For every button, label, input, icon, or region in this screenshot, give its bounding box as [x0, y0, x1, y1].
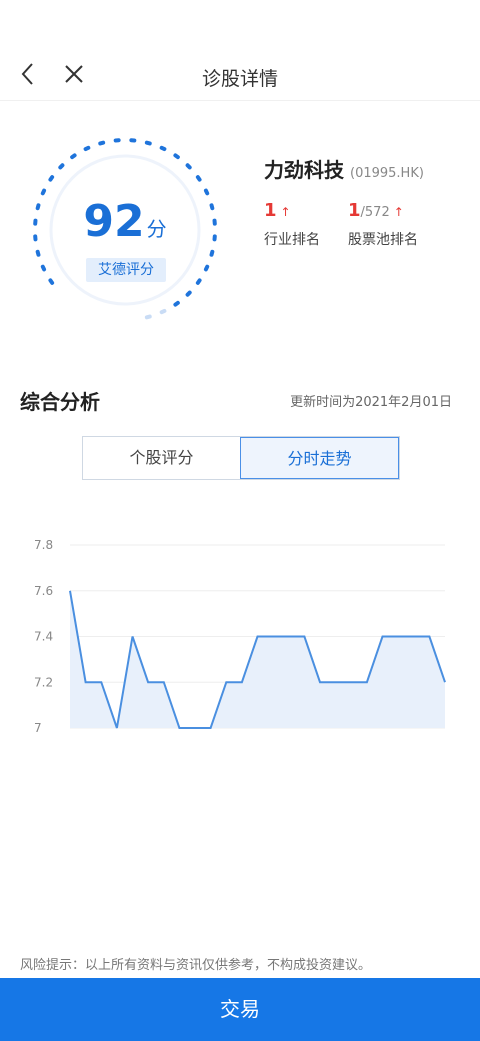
gauge-dot — [83, 145, 91, 152]
y-tick-label: 7.6 — [34, 584, 53, 598]
tab-intraday-trend[interactable]: 分时走势 — [240, 437, 399, 479]
pool-rank: 1/572 ↑ 股票池排名 — [348, 200, 418, 249]
score-label: 艾德评分 — [86, 258, 166, 282]
gauge-dot — [195, 278, 202, 285]
gauge-dot — [159, 308, 167, 315]
page-title: 诊股详情 — [201, 68, 278, 90]
gauge-dot — [40, 264, 47, 272]
stock-name: 力劲科技 — [264, 158, 344, 182]
industry-rank-value: 1 — [264, 200, 277, 221]
y-tick-label: 7.2 — [34, 675, 53, 689]
gauge-dot — [58, 163, 65, 170]
gauge-dot — [48, 278, 55, 285]
analysis-tabs: 个股评分 分时走势 — [82, 436, 400, 480]
update-time: 更新时间为2021年2月01日 — [290, 395, 452, 410]
intraday-chart: 7.8 7.6 7.4 7.2 7 — [34, 538, 446, 735]
industry-rank: 1 ↑ 行业排名 — [264, 200, 320, 249]
arrow-up-icon: ↑ — [393, 205, 404, 219]
section-title: 综合分析 — [20, 390, 100, 414]
pool-rank-total: /572 — [360, 205, 390, 220]
gauge-dot — [209, 249, 215, 257]
gauge-dot — [159, 145, 167, 152]
gauge-dot — [35, 249, 41, 257]
score-unit: 分 — [146, 217, 167, 241]
risk-notice: 风险提示：以上所有资料与资讯仅供参考，不构成投资建议。 — [20, 958, 372, 973]
arrow-up-icon: ↑ — [280, 205, 291, 219]
gauge-dot — [203, 264, 210, 272]
gauge-dot — [195, 175, 202, 182]
trade-button[interactable]: 交易 — [0, 978, 480, 1041]
gauge-dot — [70, 153, 77, 160]
gauge-dot — [173, 153, 180, 160]
gauge-dot — [144, 140, 152, 146]
score-value: 92 分 — [20, 196, 230, 247]
gauge-dot — [185, 290, 192, 297]
gauge-dot — [98, 140, 106, 146]
stock-code: (01995.HK) — [350, 166, 424, 181]
price-area — [70, 590, 445, 728]
tab-stock-score[interactable]: 个股评分 — [83, 437, 240, 479]
gauge-dot — [48, 175, 55, 182]
gauge-dot — [144, 314, 152, 320]
pool-rank-label: 股票池排名 — [348, 232, 418, 248]
score-gauge: 92 分 艾德评分 — [20, 130, 230, 330]
gauge-dot — [129, 138, 137, 143]
stock-info: 力劲科技 (01995.HK) — [264, 154, 424, 183]
y-tick-label: 7.8 — [34, 538, 53, 552]
gauge-dot — [185, 163, 192, 170]
pool-rank-value: 1 — [348, 200, 361, 221]
industry-rank-label: 行业排名 — [264, 232, 320, 248]
score-number: 92 — [83, 196, 145, 247]
nav-bar: 诊股详情 — [0, 50, 480, 100]
gauge-dot — [203, 188, 210, 196]
y-tick-label: 7 — [34, 721, 42, 735]
nav-divider — [0, 100, 480, 101]
gauge-dot — [173, 300, 180, 307]
y-tick-label: 7.4 — [34, 630, 53, 644]
gauge-dot — [113, 138, 121, 143]
gauge-dot — [40, 188, 47, 196]
